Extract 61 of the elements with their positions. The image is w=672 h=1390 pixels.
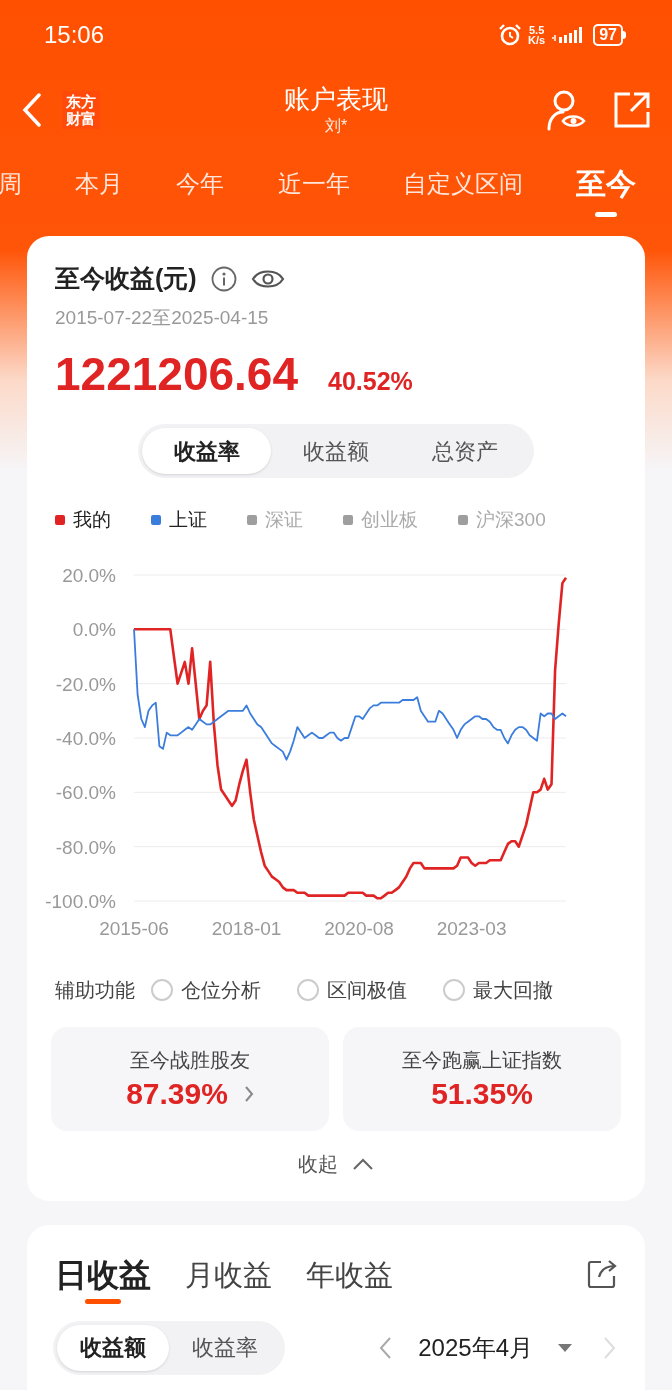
y-axis-label: -60.0%	[55, 781, 116, 803]
chevron-right-icon	[243, 1084, 254, 1103]
legend-swatch	[458, 515, 468, 526]
date-range: 2015-07-22至2025-04-15	[55, 305, 270, 330]
tab-indicator	[594, 212, 617, 217]
eye-icon[interactable]	[250, 267, 285, 290]
card-title: 至今收益(元)	[55, 263, 197, 294]
y-axis-label: -100.0%	[45, 890, 116, 912]
legend-label[interactable]: 上证	[169, 506, 207, 535]
stat-card[interactable]: 至今战胜股友 87.39%	[51, 1026, 329, 1131]
tools-label: 辅助功能	[55, 977, 135, 1003]
x-axis-label: 2018-01	[211, 917, 282, 939]
legend-swatch	[343, 515, 353, 526]
y-axis-label: 0.0%	[72, 618, 116, 640]
tool-option[interactable]: 区间极值	[297, 974, 407, 1005]
mode-option[interactable]: 收益率	[142, 428, 272, 474]
x-axis-label: 2015-06	[99, 917, 169, 939]
tool-option[interactable]: 最大回撤	[443, 974, 553, 1005]
collapse-button[interactable]: 收起	[298, 1148, 374, 1179]
stat-value: 87.39%	[126, 1075, 228, 1112]
alarm-icon	[498, 23, 523, 47]
previous-month-icon[interactable]	[378, 1335, 393, 1360]
earnings-tab[interactable]: 年收益	[306, 1254, 393, 1295]
profit-rate: 40.52%	[328, 366, 413, 397]
month-value: 2025年4月	[418, 1332, 533, 1363]
y-axis-label: -20.0%	[55, 673, 116, 695]
x-axis-label: 2023-03	[436, 917, 507, 939]
earnings-tab[interactable]: 月收益	[185, 1254, 272, 1295]
x-axis-label: 2020-08	[324, 917, 394, 939]
tab-indicator	[85, 1298, 121, 1304]
value-option[interactable]: 收益率	[169, 1324, 281, 1371]
export-icon[interactable]	[587, 1258, 617, 1289]
radio-button[interactable]	[151, 978, 173, 1001]
tool-option[interactable]: 仓位分析	[151, 974, 261, 1005]
legend-label[interactable]: 我的	[73, 506, 111, 535]
stat-label: 至今跑赢上证指数	[402, 1047, 562, 1073]
user-eye-icon[interactable]	[546, 89, 586, 131]
net-speed-unit: K/s	[528, 35, 546, 45]
battery-level: 97	[593, 24, 623, 46]
stat-value: 51.35%	[431, 1075, 533, 1112]
total-profit: 1221206.64	[55, 347, 299, 402]
value-option[interactable]: 收益额	[57, 1324, 169, 1371]
clock-time: 15:06	[44, 20, 105, 50]
net-speed: 5.5	[529, 25, 545, 35]
radio-button[interactable]	[443, 978, 465, 1001]
info-icon[interactable]	[210, 265, 237, 292]
page-title: 账户表现	[284, 83, 388, 116]
radio-button[interactable]	[297, 978, 319, 1001]
app-logo: 东方 财富	[62, 91, 100, 129]
share-icon[interactable]	[614, 92, 650, 128]
y-axis-label: -80.0%	[55, 836, 116, 858]
dropdown-icon[interactable]	[557, 1342, 573, 1353]
mode-option[interactable]: 收益额	[271, 428, 401, 474]
legend-swatch	[247, 515, 257, 526]
earnings-tab[interactable]: 日收益	[55, 1254, 151, 1295]
mode-option[interactable]: 总资产	[400, 428, 530, 474]
chevron-up-icon	[352, 1157, 374, 1170]
account-name: 刘*	[324, 116, 348, 136]
y-axis-label: -40.0%	[55, 727, 116, 749]
y-axis-label: 20.0%	[62, 564, 116, 586]
stat-label: 至今战胜股友	[130, 1047, 250, 1073]
